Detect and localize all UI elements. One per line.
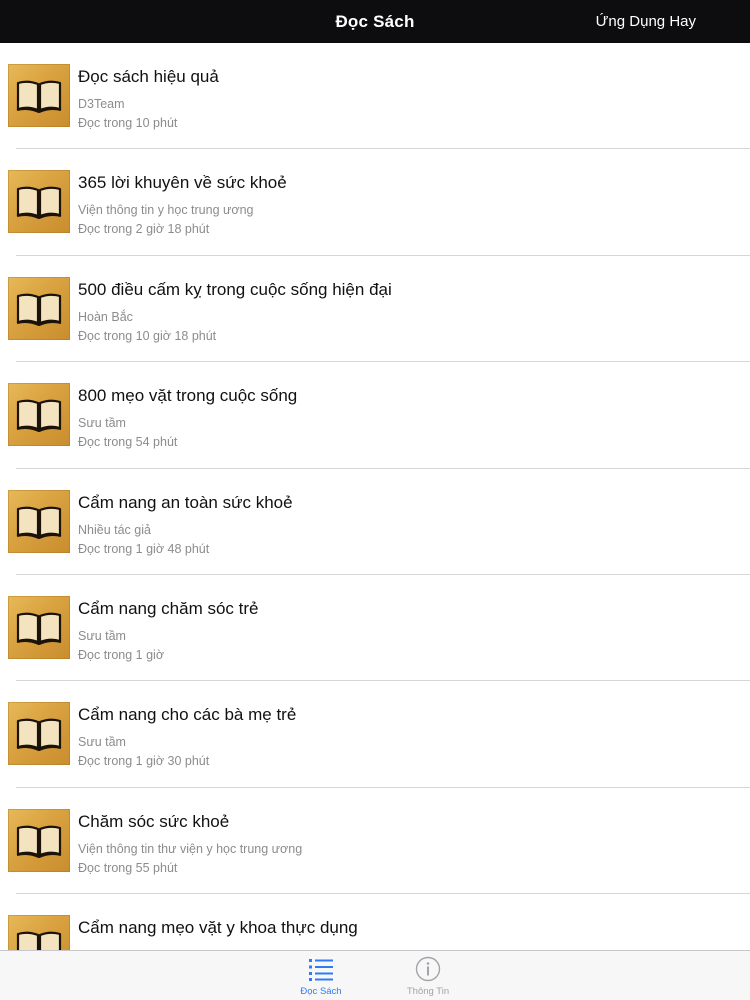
book-row[interactable]: 365 lời khuyên về sức khoẻ Viện thông ti…: [0, 149, 750, 256]
book-cover: [8, 64, 70, 127]
book-cover: [8, 170, 70, 234]
book-title: Cẩm nang cho các bà mẹ trẻ: [78, 705, 297, 725]
book-cover: [8, 702, 70, 766]
book-title: Cẩm nang chăm sóc trẻ: [78, 598, 259, 618]
book-read-time: Đọc trong 1 giờ: [78, 647, 165, 662]
book-title: Chăm sóc sức khoẻ: [78, 811, 230, 831]
book-title: Cẩm nang an toàn sức khoẻ: [78, 492, 293, 512]
book-author: Viện thông tin y học trung ương: [78, 203, 254, 218]
book-read-time: Đọc trong 10 giờ 18 phút: [78, 328, 217, 343]
book-author: Sưu tầm: [78, 628, 126, 643]
book-author: Nhiều tác giả: [78, 522, 151, 537]
featured-apps-link[interactable]: Ứng Dụng Hay: [596, 0, 696, 43]
open-book-icon: [16, 293, 62, 326]
open-book-icon: [16, 80, 62, 113]
book-author: D3Team: [78, 97, 125, 111]
book-read-time: Đọc trong 1 giờ 48 phút: [78, 541, 210, 556]
info-icon: [415, 956, 441, 982]
book-author: Viện thông tin thư viện y học trung ương: [78, 841, 303, 856]
book-row[interactable]: Đọc sách hiệu quả D3Team Đọc trong 10 ph…: [0, 43, 750, 150]
book-title: Đọc sách hiệu quả: [78, 67, 219, 86]
book-read-time: Đọc trong 2 giờ 18 phút: [78, 222, 210, 237]
book-title: 800 mẹo vặt trong cuộc sống: [78, 386, 298, 406]
tab-info[interactable]: Thông Tin: [388, 951, 468, 1000]
book-row[interactable]: Cẩm nang cho các bà mẹ trẻ Sưu tầm Đọc t…: [0, 681, 750, 788]
top-navbar: Đọc Sách Ứng Dụng Hay: [0, 0, 750, 43]
book-row[interactable]: Chăm sóc sức khoẻ Viện thông tin thư việ…: [0, 788, 750, 895]
book-title: 365 lời khuyên về sức khoẻ: [78, 173, 287, 193]
book-read-time: Đọc trong 55 phút: [78, 860, 178, 875]
open-book-icon: [16, 399, 62, 433]
book-author: Sưu tầm: [78, 416, 126, 431]
book-title: 500 điều cấm kỵ trong cuộc sống hiện đại: [78, 279, 392, 299]
book-cover: [8, 276, 70, 340]
open-book-icon: [16, 506, 62, 539]
book-row[interactable]: 500 điều cấm kỵ trong cuộc sống hiện đại…: [0, 256, 750, 363]
bottom-tabbar: Đọc Sách Thông Tin: [0, 950, 750, 1000]
book-cover: [8, 808, 70, 872]
book-read-time: Đọc trong 1 giờ 30 phút: [78, 754, 210, 769]
tab-label: Thông Tin: [406, 986, 450, 997]
open-book-icon: [16, 825, 62, 858]
book-author: Hoàn Bắc: [78, 309, 133, 324]
tab-read-books[interactable]: Đọc Sách: [281, 951, 361, 1000]
book-row[interactable]: Cẩm nang mẹo vặt y khoa thực dụng: [0, 894, 750, 951]
book-row[interactable]: Cẩm nang an toàn sức khoẻ Nhiều tác giả …: [0, 469, 750, 575]
book-read-time: Đọc trong 10 phút: [78, 116, 178, 130]
book-list[interactable]: Đọc sách hiệu quả D3Team Đọc trong 10 ph…: [0, 43, 750, 951]
book-read-time: Đọc trong 54 phút: [78, 435, 178, 450]
open-book-icon: [16, 187, 62, 220]
app-root: Đọc Sách Ứng Dụng Hay Đọc sách hiệu quả …: [0, 0, 750, 1000]
tab-label: Đọc Sách: [300, 986, 342, 997]
list-icon: [309, 959, 333, 981]
book-cover: [8, 595, 70, 659]
book-title: Cẩm nang mẹo vặt y khoa thực dụng: [78, 918, 358, 938]
book-cover: [8, 383, 70, 447]
book-cover: [8, 489, 70, 553]
book-author: Sưu tầm: [78, 735, 126, 750]
book-row[interactable]: Cẩm nang chăm sóc trẻ Sưu tầm Đọc trong …: [0, 575, 750, 682]
open-book-icon: [16, 931, 62, 951]
open-book-icon: [16, 612, 62, 645]
book-row[interactable]: 800 mẹo vặt trong cuộc sống Sưu tầm Đọc …: [0, 362, 750, 469]
open-book-icon: [16, 718, 62, 752]
book-cover: [8, 915, 70, 951]
